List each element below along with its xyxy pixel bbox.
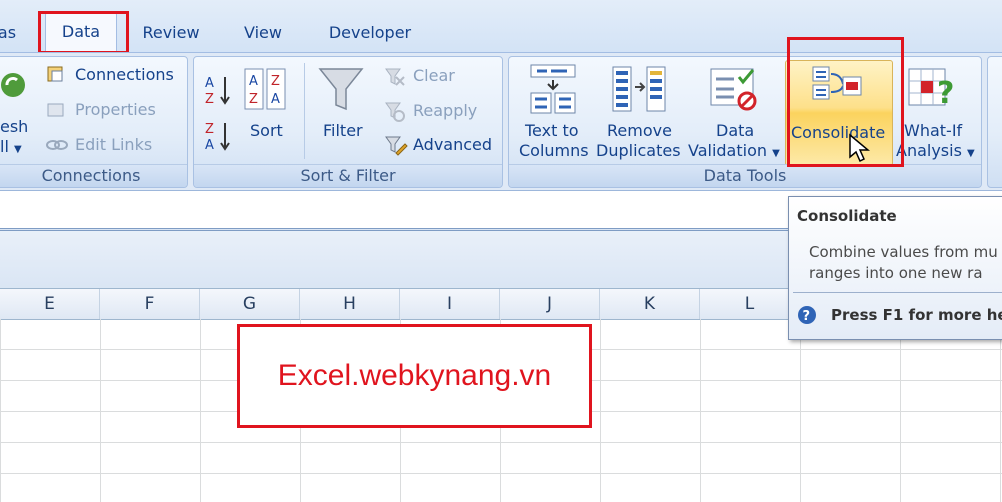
tab-formulas[interactable]: as [0,14,18,52]
text-to-columns-label-1[interactable]: Text to [525,121,579,140]
data-validation-label-1[interactable]: Data [716,121,754,140]
svg-text:?: ? [803,309,811,324]
data-validation-text: Validation [688,141,768,160]
reapply-button[interactable]: Reapply [413,101,477,120]
tooltip-title: Consolidate [797,207,897,225]
svg-text:Z: Z [271,74,280,89]
refresh-all-label-1[interactable]: esh [0,117,28,136]
dropdown-arrow-icon: ▼ [772,148,780,159]
remove-duplicates-label-1[interactable]: Remove [607,121,672,140]
edit-links-button[interactable]: Edit Links [75,135,152,154]
sort-filter-group-label: Sort & Filter [194,164,502,187]
properties-button[interactable]: Properties [75,100,156,119]
svg-text:Z: Z [205,122,214,137]
sort-descending-icon[interactable]: ZA [204,119,232,153]
reapply-icon [384,101,406,123]
next-group-edge [987,56,1002,188]
help-icon: ? [797,305,817,325]
sort-filter-group: AZ ZA AZZA Sort Filter Clear Reapply Adv… [193,56,503,188]
svg-text:A: A [271,92,280,107]
tab-view[interactable]: View [236,14,290,52]
sort-icon: AZZA [243,67,287,111]
consolidate-highlight [787,37,904,167]
sort-ascending-icon[interactable]: AZ [204,73,232,107]
remove-duplicates-icon [611,65,667,113]
watermark-text: Excel.webkynang.vn [277,359,552,392]
svg-text:A: A [249,74,258,89]
connections-button[interactable]: Connections [75,65,174,84]
tooltip-divider [793,292,1002,293]
svg-text:?: ? [937,76,954,111]
column-header[interactable]: I [400,289,500,319]
tooltip-description-line-1: Combine values from mu [809,243,998,261]
group-separator [304,63,305,159]
sort-button[interactable]: Sort [250,121,283,140]
svg-text:A: A [205,76,214,91]
svg-text:Z: Z [205,92,214,107]
tab-review[interactable]: Review [138,14,204,52]
advanced-filter-icon [384,135,408,157]
text-to-columns-icon [529,63,577,115]
properties-icon [46,100,66,120]
consolidate-tooltip: Consolidate Combine values from mu range… [788,196,1002,340]
dropdown-arrow-icon: ▼ [967,148,975,159]
data-tools-group: Text to Columns Remove Duplicates Data V… [508,56,982,188]
column-header[interactable]: F [100,289,200,319]
tooltip-description-line-2: ranges into one new ra [809,264,983,282]
svg-text:A: A [205,138,214,153]
column-header[interactable]: K [600,289,700,319]
column-header[interactable]: G [200,289,300,319]
edit-links-icon [46,135,68,155]
filter-funnel-icon [318,65,364,113]
refresh-icon [1,65,25,107]
what-if-label-2[interactable]: Analysis ▼ [896,141,975,160]
watermark-box: Excel.webkynang.vn [237,324,592,428]
text-to-columns-label-2[interactable]: Columns [519,141,589,160]
data-tab-highlight [38,11,129,54]
remove-duplicates-label-2[interactable]: Duplicates [596,141,681,160]
column-header[interactable]: L [700,289,800,319]
clear-filter-icon [384,67,406,87]
tooltip-help-text: Press F1 for more hel [831,306,1002,324]
tab-developer[interactable]: Developer [322,14,418,52]
connections-icon [46,65,66,85]
what-if-label-1[interactable]: What-If [904,121,962,140]
column-header[interactable]: J [500,289,600,319]
connections-group: esh ll ▼ Connections Properties Edit Lin… [0,56,188,188]
filter-button[interactable]: Filter [323,121,363,140]
dropdown-arrow-icon: ▼ [13,144,22,155]
what-if-text: Analysis [896,141,962,160]
svg-text:Z: Z [249,92,258,107]
refresh-all-label-text: ll [0,137,9,156]
data-validation-label-2[interactable]: Validation ▼ [688,141,780,160]
column-header[interactable]: E [0,289,100,319]
data-tools-group-label: Data Tools [509,164,981,187]
connections-group-label: Connections [0,164,187,187]
data-validation-icon [709,65,759,115]
what-if-analysis-icon: ? [907,65,957,115]
advanced-button[interactable]: Advanced [413,135,492,154]
clear-button[interactable]: Clear [413,66,455,85]
column-header[interactable]: H [300,289,400,319]
refresh-all-label-2[interactable]: ll ▼ [0,137,22,156]
